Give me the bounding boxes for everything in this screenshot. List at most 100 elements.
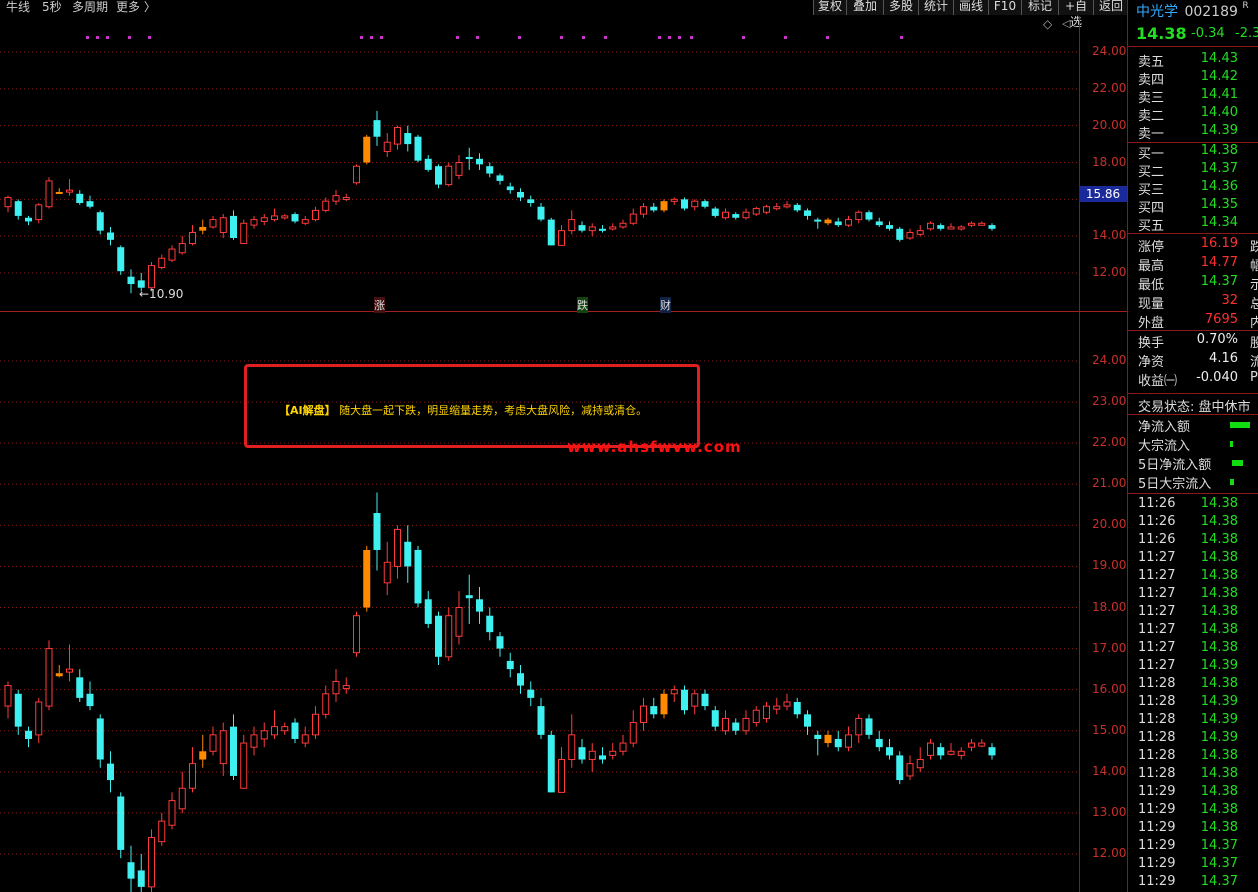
tick-row: 11:27 14.38: [1138, 622, 1258, 640]
diamond-icon[interactable]: ◇: [1043, 17, 1052, 31]
candlestick: [814, 217, 822, 229]
toolbar-item-5s[interactable]: 5秒: [42, 0, 62, 15]
candle-body: [865, 718, 873, 735]
collapse-arrow-icon[interactable]: ◁: [1062, 17, 1070, 30]
tick-time: 11:27: [1138, 568, 1176, 583]
candlestick: [742, 710, 750, 735]
tick-row: 11:26 14.38: [1138, 496, 1258, 514]
candle-body: [527, 199, 535, 204]
candle-body: [927, 742, 934, 756]
candle-body: [209, 219, 217, 228]
candle-body: [271, 726, 278, 736]
candlestick: [117, 792, 125, 859]
candlestick: [322, 685, 330, 719]
divider: [1128, 330, 1258, 331]
draw-line-button[interactable]: 画线: [953, 0, 988, 15]
candle-body: [681, 689, 688, 711]
candlestick: [916, 747, 924, 772]
ask-price: 14.43: [1200, 51, 1238, 66]
back-button[interactable]: 返回: [1093, 0, 1128, 15]
stats-button[interactable]: 统计: [918, 0, 953, 15]
candlestick: [681, 685, 688, 715]
candle-body: [148, 265, 155, 289]
lower-tick-label: 16.00: [1092, 681, 1127, 696]
candlestick: [4, 681, 12, 719]
stat2-label: 净资: [1138, 355, 1165, 370]
candle-body: [301, 219, 309, 224]
candle-body: [927, 222, 934, 230]
stock-flag: R: [1242, 1, 1249, 11]
candlestick: [353, 164, 360, 185]
mark-button[interactable]: 标记: [1021, 0, 1058, 15]
candle-body: [199, 226, 207, 231]
ask-price: 14.40: [1200, 105, 1238, 120]
candle-body: [906, 231, 914, 239]
candlestick: [916, 225, 924, 237]
event-mark-fall[interactable]: 跌: [577, 297, 588, 313]
current-price-tag: 15.86: [1079, 186, 1127, 202]
toolbar-item-more[interactable]: 更多 〉: [116, 0, 156, 15]
candlestick: [363, 134, 371, 165]
stat-row: 现量 32 总: [1138, 293, 1258, 312]
signal-dot: [678, 36, 681, 39]
candlestick: [978, 738, 986, 748]
candlestick: [609, 743, 617, 760]
candlestick: [107, 751, 114, 793]
f10-button[interactable]: F10: [988, 0, 1021, 15]
tick-price: 14.39: [1200, 712, 1238, 727]
divider: [1128, 46, 1258, 47]
candlestick: [476, 586, 483, 624]
candlestick: [896, 226, 904, 242]
fund-flow-label: 5日净流入额: [1138, 458, 1212, 473]
candlestick: [25, 215, 32, 226]
candlestick: [4, 195, 12, 213]
candlestick: [517, 665, 524, 694]
price-change-pct: -2.31: [1235, 26, 1258, 41]
multi-stock-button[interactable]: 多股: [883, 0, 918, 15]
candlestick: [763, 204, 770, 215]
candlestick: [599, 225, 606, 233]
candle-body: [865, 212, 873, 220]
candle-body: [824, 219, 832, 224]
candle-body: [230, 215, 237, 239]
event-mark-rise[interactable]: 涨: [374, 297, 385, 313]
candle-body: [332, 680, 340, 695]
candle-body: [127, 276, 135, 285]
stat2-extra: 流: [1250, 355, 1258, 370]
upper-kline-chart[interactable]: [0, 16, 1080, 312]
overlay-button[interactable]: 叠加: [846, 0, 883, 15]
candle-body: [742, 717, 750, 732]
candlestick: [199, 734, 207, 768]
tick-time: 11:28: [1138, 730, 1176, 745]
candle-body: [670, 198, 678, 202]
fund-flow-bar: [1230, 479, 1234, 485]
toolbar-item-kline[interactable]: 牛线: [6, 0, 30, 15]
lower-tick-label: 20.00: [1092, 517, 1127, 532]
candlestick: [373, 492, 381, 571]
toolbar-item-multiperiod[interactable]: 多周期: [72, 0, 108, 15]
candlestick: [619, 219, 627, 229]
candle-body: [968, 222, 975, 226]
candlestick: [486, 607, 494, 641]
candle-body: [640, 206, 647, 215]
stock-header[interactable]: 中光学 002189 R: [1136, 1, 1249, 21]
candle-body: [988, 225, 996, 229]
stat-extra: 幅: [1250, 259, 1258, 274]
candlestick: [793, 697, 801, 719]
lower-tick-label: 13.00: [1092, 804, 1127, 819]
lower-tick-label: 22.00: [1092, 435, 1127, 450]
divider: [1128, 233, 1258, 234]
tick-row: 11:29 14.37: [1138, 856, 1258, 874]
add-watchlist-button[interactable]: +自选: [1058, 0, 1093, 29]
adjust-button[interactable]: 复权: [813, 0, 846, 15]
candlestick: [455, 155, 463, 180]
candlestick: [271, 208, 278, 222]
candlestick: [465, 147, 473, 170]
candle-body: [599, 228, 606, 231]
candlestick: [76, 669, 84, 702]
candlestick: [937, 743, 945, 760]
candle-body: [465, 595, 473, 599]
ai-message: 随大盘一起下跌，明显缩量走势，考虑大盘风险，减持或清仓。: [339, 404, 648, 417]
event-mark-finance[interactable]: 财: [660, 297, 671, 313]
stat-label: 最低: [1138, 278, 1165, 293]
